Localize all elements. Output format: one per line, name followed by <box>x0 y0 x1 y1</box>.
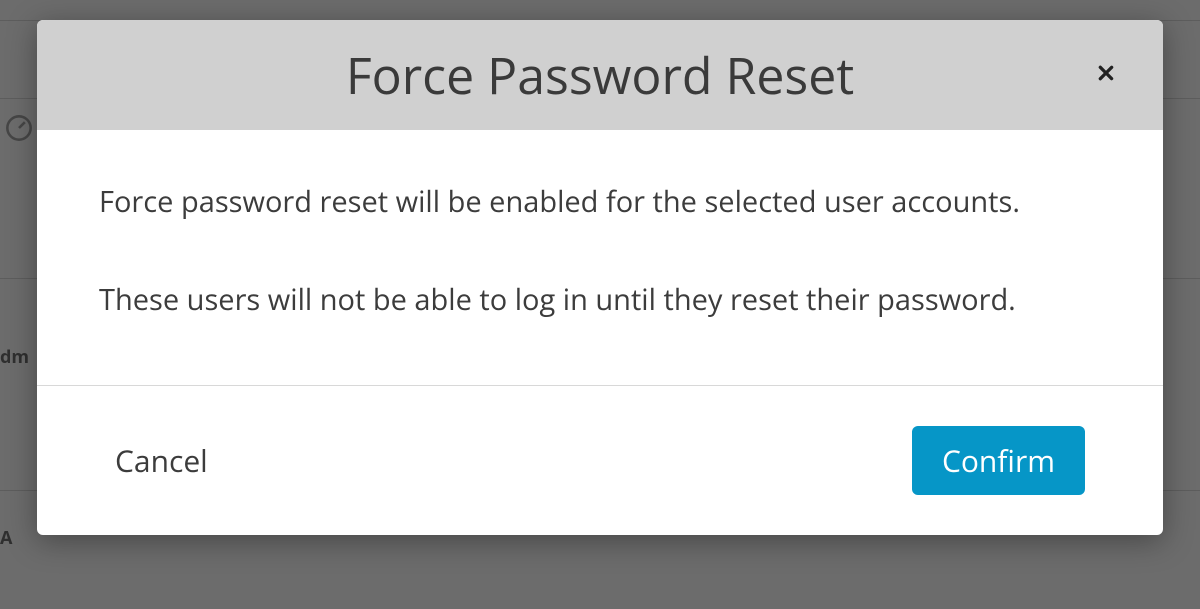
modal-overlay: Force Password Reset Force password rese… <box>0 0 1200 609</box>
confirm-button[interactable]: Confirm <box>912 426 1085 495</box>
modal-body-line-1: Force password reset will be enabled for… <box>99 180 1101 224</box>
close-button[interactable] <box>1091 60 1121 90</box>
force-password-reset-modal: Force Password Reset Force password rese… <box>37 20 1163 535</box>
modal-body: Force password reset will be enabled for… <box>37 130 1163 385</box>
close-icon <box>1093 60 1119 91</box>
modal-header: Force Password Reset <box>37 20 1163 130</box>
modal-body-line-2: These users will not be able to log in u… <box>99 278 1101 322</box>
modal-title: Force Password Reset <box>346 41 854 109</box>
modal-footer: Cancel Confirm <box>37 385 1163 535</box>
cancel-button[interactable]: Cancel <box>115 440 208 481</box>
